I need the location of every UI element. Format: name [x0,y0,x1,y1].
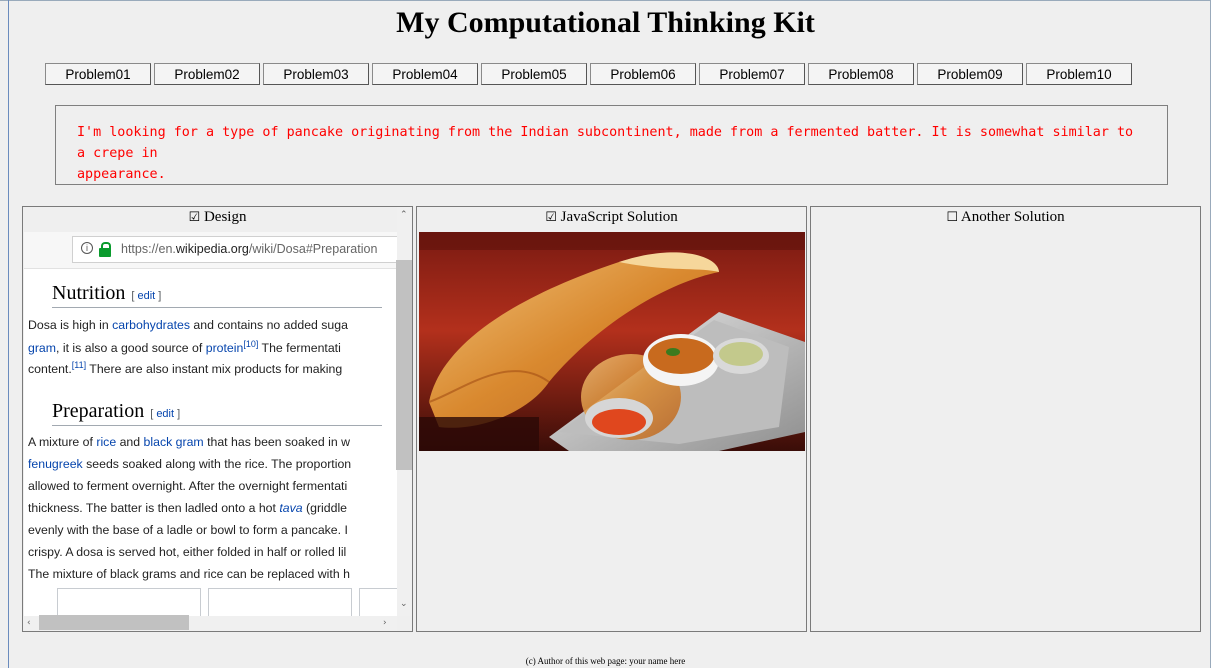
js-panel-header: ☑ JavaScript Solution [417,209,806,226]
problem-text-line-1: I'm looking for a type of pancake origin… [77,125,1134,161]
preparation-line-5: evenly with the base of a ladle or bowl … [28,523,348,537]
preparation-heading: Preparation[ edit ] [52,400,382,426]
javascript-solution-panel: ☑ JavaScript Solution [416,206,807,632]
scroll-right-icon[interactable]: › [383,618,387,628]
problem-tabs: Problem01 Problem02 Problem03 Problem04 … [45,63,1132,85]
design-checkbox[interactable]: ☑ [189,210,201,225]
tab-problem10[interactable]: Problem10 [1026,63,1132,85]
info-icon: i [81,242,93,254]
link-protein[interactable]: protein [206,341,244,355]
problem-text-line-2: appearance. [77,167,166,182]
window-top-border [0,0,1211,1]
tab-problem07[interactable]: Problem07 [699,63,805,85]
problem-description: I'm looking for a type of pancake origin… [55,105,1168,185]
browser-address-bar: i https://en.wikipedia.org/wiki/Dosa#Pre… [24,232,397,269]
design-panel: ☑ Design i https://en.wikipedia.org/wiki… [22,206,413,632]
another-solution-panel: ☐ Another Solution [810,206,1201,632]
scroll-up-icon[interactable]: ⌃ [400,210,408,220]
scroll-down-icon[interactable]: ⌄ [400,599,408,609]
link-rice[interactable]: rice [96,435,116,449]
link-gram[interactable]: gram [28,341,56,355]
vertical-scroll-thumb[interactable] [396,260,412,470]
gallery-thumbnail [57,588,201,616]
design-label: Design [203,209,247,225]
tab-problem04[interactable]: Problem04 [372,63,478,85]
tab-problem09[interactable]: Problem09 [917,63,1023,85]
preparation-line-6: crispy. A dosa is served hot, either fol… [28,545,347,559]
url-field[interactable]: i https://en.wikipedia.org/wiki/Dosa#Pre… [72,236,397,263]
tab-problem03[interactable]: Problem03 [263,63,369,85]
page-footer: (c) Author of this web page: your name h… [525,656,686,666]
preparation-line-3: allowed to ferment overnight. After the … [28,479,348,493]
link-tava[interactable]: tava [279,501,302,515]
tab-problem06[interactable]: Problem06 [590,63,696,85]
design-screenshot: i https://en.wikipedia.org/wiki/Dosa#Pre… [24,232,397,616]
preparation-line-4: thickness. The batter is then ladled ont… [28,501,348,515]
design-panel-header: ☑ Design [23,209,412,226]
nutrition-line-1: Dosa is high in carbohydrates and contai… [28,318,348,332]
js-checkbox[interactable]: ☑ [545,210,557,225]
preparation-line-7: The mixture of black grams and rice can … [28,567,350,581]
nutrition-line-3: content.[11] There are also instant mix … [28,360,343,377]
preparation-line-2: fenugreek seeds soaked along with the ri… [28,457,352,471]
gallery-thumbnail [359,588,397,616]
nutrition-line-2: gram, it is also a good source of protei… [28,339,341,356]
tab-problem08[interactable]: Problem08 [808,63,914,85]
another-checkbox[interactable]: ☐ [946,210,958,225]
another-panel-header: ☐ Another Solution [811,209,1200,226]
nutrition-heading: Nutrition[ edit ] [52,282,382,308]
tab-problem02[interactable]: Problem02 [154,63,260,85]
gallery-thumbnail [208,588,352,616]
preparation-line-1: A mixture of rice and black gram that ha… [28,435,350,449]
another-label: Another Solution [960,209,1065,225]
window-left-border [8,0,9,668]
tab-problem01[interactable]: Problem01 [45,63,151,85]
js-label: JavaScript Solution [560,209,678,225]
tab-problem05[interactable]: Problem05 [481,63,587,85]
scroll-left-icon[interactable]: ‹ [27,618,31,628]
link-carbohydrates[interactable]: carbohydrates [112,318,190,332]
horizontal-scroll-thumb[interactable] [39,615,189,630]
dosa-photo [419,232,805,451]
link-fenugreek[interactable]: fenugreek [28,457,83,471]
link-black-gram[interactable]: black gram [144,435,204,449]
url-text: https://en.wikipedia.org/wiki/Dosa#Prepa… [121,242,378,256]
page-title: My Computational Thinking Kit [396,6,815,39]
lock-icon [99,242,111,257]
